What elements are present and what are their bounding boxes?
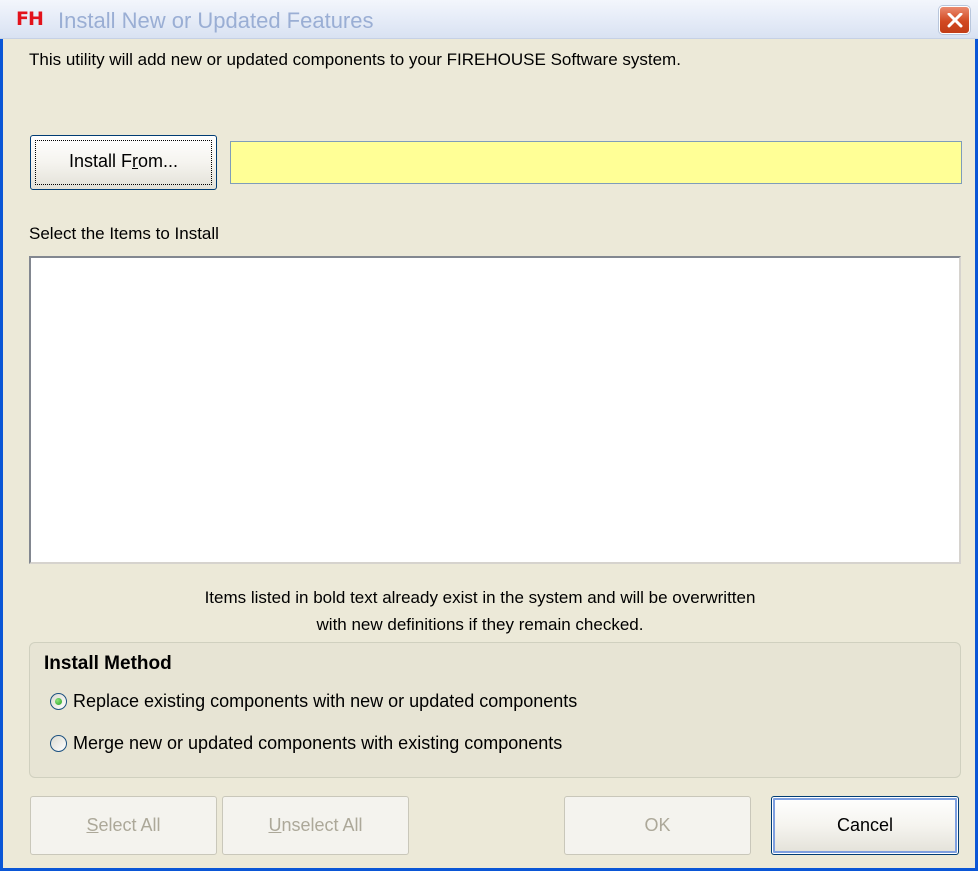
replace-option[interactable]: Replace existing components with new or …	[50, 691, 577, 712]
select-all-label: elect All	[98, 815, 161, 835]
radio-selected-dot	[55, 698, 62, 705]
title-bar[interactable]: FH Install New or Updated Features	[0, 0, 978, 39]
ok-button[interactable]: OK	[564, 796, 751, 855]
window-title: Install New or Updated Features	[58, 8, 374, 33]
close-button[interactable]	[939, 6, 970, 34]
replace-option-label: Replace existing components with new or …	[73, 691, 578, 711]
install-path-field[interactable]	[230, 141, 962, 184]
firehouse-logo-icon: FH	[16, 8, 44, 30]
intro-text: This utility will add new or updated com…	[29, 50, 681, 69]
close-icon	[947, 13, 963, 28]
items-list-box[interactable]	[29, 256, 961, 564]
select-all-button[interactable]: Select All	[30, 796, 217, 855]
merge-radio[interactable]	[50, 735, 67, 752]
unselect-all-accel: U	[268, 815, 282, 835]
install-method-title: Install Method	[44, 653, 172, 674]
install-method-group: Install Method Replace existing componen…	[29, 642, 961, 778]
bold-items-note: Items listed in bold text already exist …	[100, 584, 860, 638]
unselect-all-button[interactable]: Unselect All	[222, 796, 409, 855]
merge-option[interactable]: Merge new or updated components with exi…	[50, 733, 562, 754]
install-from-button[interactable]: Install From...	[30, 135, 217, 190]
install-from-label-pre: Install F	[68, 151, 132, 171]
unselect-all-label: nselect All	[281, 815, 363, 835]
install-from-label-post: om...	[138, 151, 179, 171]
cancel-button[interactable]: Cancel	[771, 796, 959, 855]
select-items-label: Select the Items to Install	[29, 224, 219, 243]
replace-radio[interactable]	[50, 693, 67, 710]
merge-option-label: Merge new or updated components with exi…	[73, 733, 563, 753]
note-line-1: Items listed in bold text already exist …	[204, 588, 756, 607]
note-line-2: with new definitions if they remain chec…	[316, 615, 644, 634]
select-all-accel: S	[86, 815, 99, 835]
install-features-dialog: FH Install New or Updated Features This …	[0, 0, 978, 871]
